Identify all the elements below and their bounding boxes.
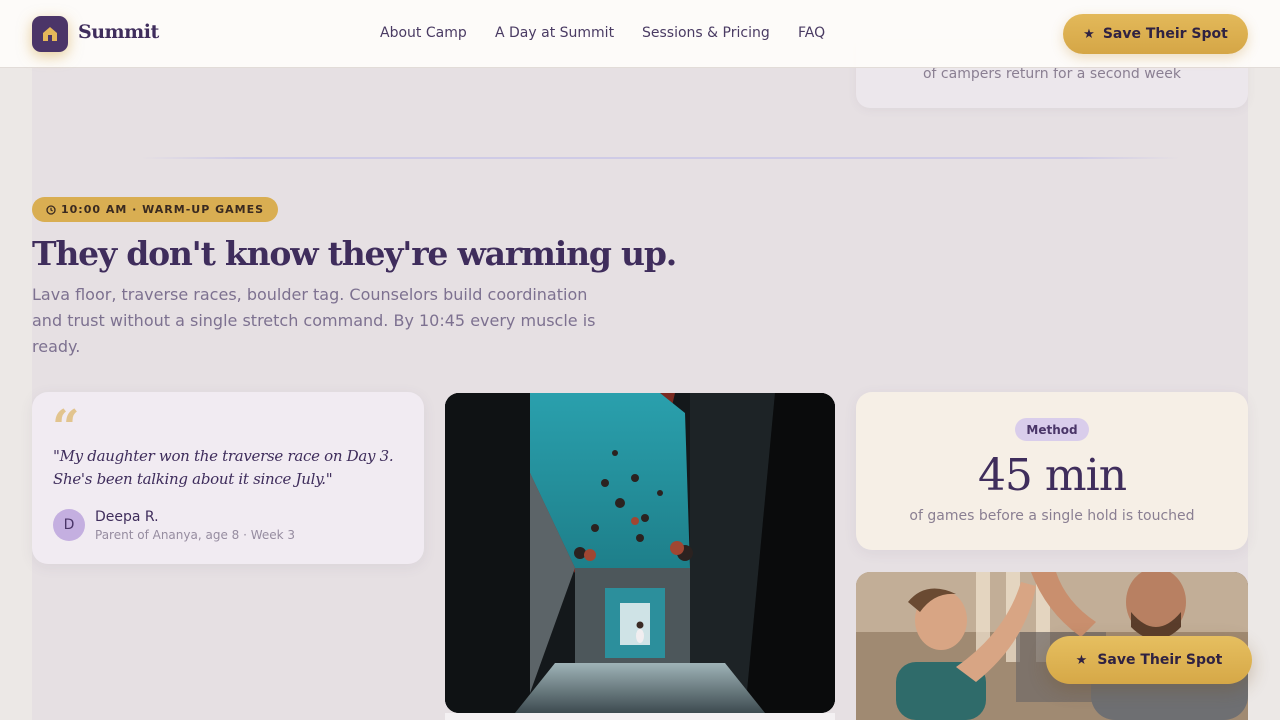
avatar: D: [53, 509, 85, 541]
nav-link-a-day-at-summit[interactable]: A Day at Summit: [495, 25, 614, 41]
climbing-hall-illustration: [445, 393, 835, 713]
section-divider: [140, 157, 1180, 159]
testimonial-quote: "My daughter won the traverse race on Da…: [53, 447, 394, 488]
star-icon: ★: [1083, 26, 1095, 42]
nav-link-faq[interactable]: FAQ: [798, 25, 825, 41]
clock-icon: [46, 204, 56, 215]
logo-mark[interactable]: [32, 16, 68, 52]
testimonial-author: Deepa R.: [95, 509, 159, 525]
save-their-spot-label: Save Their Spot: [1102, 26, 1228, 42]
top-navigation: Summit About Camp A Day at Summit Sessio…: [0, 0, 1280, 68]
image-caption-strip: [445, 713, 835, 720]
floating-cta-label: Save Their Spot: [1097, 652, 1223, 668]
testimonial-author-detail: Parent of Ananya, age 8 · Week 3: [95, 528, 296, 542]
method-stat-card: Method 45 min of games before a single h…: [856, 392, 1248, 550]
brand-name[interactable]: Summit: [78, 21, 159, 43]
star-icon: ★: [1075, 652, 1088, 668]
method-value: 45 min: [977, 450, 1127, 501]
section-headline: They don't know they're warming up.: [32, 234, 677, 273]
save-their-spot-button[interactable]: ★ Save Their Spot: [1063, 14, 1248, 54]
stat-caption: of campers return for a second week: [922, 66, 1181, 82]
method-pill: Method: [1015, 418, 1089, 441]
method-caption: of games before a single hold is touched: [909, 508, 1195, 524]
testimonial-card: “ "My daughter won the traverse race on …: [32, 392, 424, 564]
time-badge-label: 10:00 AM · WARM-UP GAMES: [60, 203, 265, 216]
home-icon: [43, 27, 57, 41]
section-lede: Lava floor, traverse races, boulder tag.…: [32, 285, 596, 356]
floating-save-their-spot-button[interactable]: ★ Save Their Spot: [1046, 636, 1252, 684]
time-badge: 10:00 AM · WARM-UP GAMES: [32, 197, 278, 222]
nav-link-sessions-pricing[interactable]: Sessions & Pricing: [642, 25, 770, 41]
climbing-hall-photo: [445, 393, 835, 713]
nav-link-about-camp[interactable]: About Camp: [380, 25, 467, 41]
